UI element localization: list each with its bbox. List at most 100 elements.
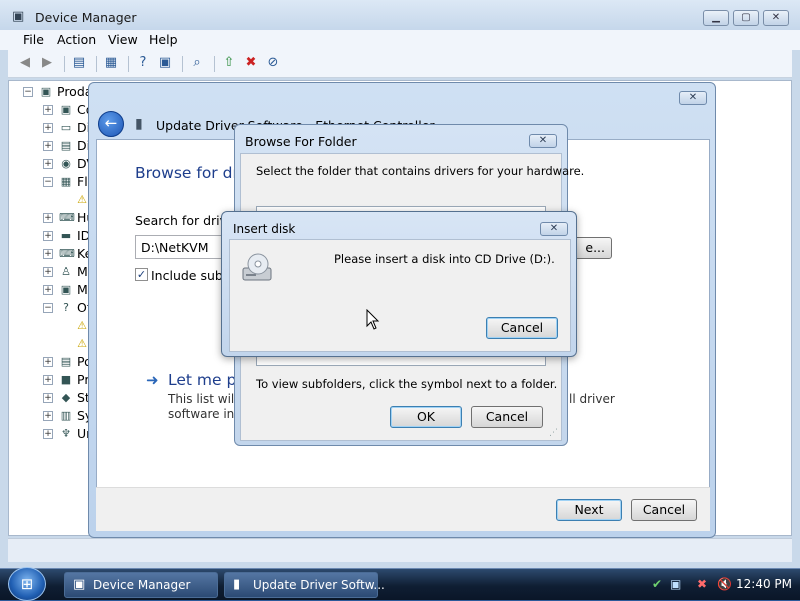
menu-action[interactable]: Action — [57, 32, 96, 47]
menu-view[interactable]: View — [108, 32, 138, 47]
ok-button[interactable]: OK — [390, 406, 462, 428]
tree-expander[interactable]: + — [43, 213, 53, 223]
disable-device-icon[interactable]: ⊘ — [264, 54, 282, 72]
tree-expander[interactable]: + — [43, 267, 53, 277]
tree-expander[interactable]: + — [43, 429, 53, 439]
maximize-button[interactable]: ▢ — [733, 10, 759, 26]
tray-volume-icon[interactable]: 🔇 — [717, 577, 732, 591]
tree-expander[interactable]: + — [43, 375, 53, 385]
insert-disk-dialog: Insert disk ✕ Please insert a disk into … — [221, 211, 577, 357]
tray-network-icon[interactable]: ▣ — [670, 577, 681, 591]
tree-expander[interactable]: + — [43, 231, 53, 241]
tree-expander[interactable]: − — [43, 303, 53, 313]
hid-icon: ⌨ — [59, 211, 75, 224]
update-driver-icon[interactable]: ⇧ — [220, 54, 238, 72]
tree-expander[interactable]: + — [43, 249, 53, 259]
tree-expander[interactable]: − — [43, 177, 53, 187]
insert-disk-cancel-button[interactable]: Cancel — [486, 317, 558, 339]
back-arrow-icon[interactable]: ← — [98, 111, 124, 137]
floppy-controller-icon: ▦ — [60, 175, 72, 188]
system-devices-icon: ▥ — [60, 409, 72, 422]
device-manager-titlebar[interactable]: ▣ Device Manager ▁ ▢ ✕ — [0, 0, 800, 32]
insert-disk-close-button[interactable]: ✕ — [540, 222, 568, 236]
tree-expander[interactable]: + — [43, 159, 53, 169]
update-driver-cancel-button[interactable]: Cancel — [631, 499, 697, 521]
tree-expander[interactable]: + — [43, 141, 53, 151]
toolbar-separator — [64, 56, 65, 72]
insert-disk-message: Please insert a disk into CD Drive (D:). — [334, 252, 555, 266]
toolbar-separator — [182, 56, 183, 72]
insert-disk-title: Insert disk — [233, 222, 296, 236]
warning-device-icon: ⚠ — [77, 337, 87, 350]
device-manager-app-icon: ▣ — [73, 577, 86, 592]
menu-bar: File Action View Help — [0, 30, 800, 50]
insert-disk-content: Please insert a disk into CD Drive (D:).… — [229, 239, 571, 352]
tree-expander[interactable]: + — [43, 393, 53, 403]
show-hide-console-tree-icon[interactable]: ▤ — [70, 54, 88, 72]
processor-icon: ■ — [60, 373, 72, 386]
let-me-pick-description-2: software in t — [168, 407, 243, 421]
tree-item-label[interactable]: M — [77, 264, 88, 279]
update-driver-close-button[interactable]: ✕ — [679, 91, 707, 105]
browse-folder-hint: To view subfolders, click the symbol nex… — [256, 377, 558, 391]
forward-arrow-icon[interactable]: ▶ — [38, 54, 56, 72]
help-icon[interactable]: ? — [134, 54, 152, 72]
usb-controller-icon: ♆ — [61, 427, 71, 440]
browse-folder-close-button[interactable]: ✕ — [529, 134, 557, 148]
close-button[interactable]: ✕ — [763, 10, 789, 26]
tree-expander[interactable]: − — [23, 87, 33, 97]
taskbar-item-update-driver[interactable]: ▮ Update Driver Softw... — [224, 572, 385, 598]
menu-help[interactable]: Help — [149, 32, 178, 47]
browse-folder-title: Browse For Folder — [245, 134, 357, 149]
computer-icon: ▣ — [60, 103, 72, 116]
minimize-button[interactable]: ▁ — [703, 10, 729, 26]
menu-file[interactable]: File — [23, 32, 44, 47]
resize-grip-icon[interactable]: ⋰ — [549, 428, 558, 438]
driver-path-value: D:\NetKVM — [141, 240, 209, 255]
let-me-pick-arrow-icon[interactable]: ➜ — [146, 371, 159, 389]
let-me-pick-description-1-end: ll driver — [569, 392, 615, 406]
status-bar — [8, 538, 792, 562]
display-adapter-icon: ▤ — [60, 139, 72, 152]
clock[interactable]: 12:40 PM — [736, 577, 792, 591]
ports-icon: ▤ — [60, 355, 72, 368]
tree-expander[interactable]: + — [43, 357, 53, 367]
tree-item-label[interactable]: Fl — [77, 174, 88, 189]
keyboard-icon: ⌨ — [59, 247, 75, 260]
tree-expander[interactable]: + — [43, 285, 53, 295]
browse-folder-instruction: Select the folder that contains drivers … — [256, 164, 585, 178]
ide-controller-icon: ▬ — [60, 229, 72, 242]
windows-logo-icon: ⊞ — [20, 575, 34, 593]
uninstall-icon[interactable]: ✖ — [242, 54, 260, 72]
window-title: Device Manager — [35, 10, 137, 25]
tree-item-label[interactable]: M — [77, 282, 88, 297]
show-hide-action-pane-icon[interactable]: ▣ — [156, 54, 174, 72]
tray-security-icon[interactable]: ✔ — [652, 577, 662, 591]
taskbar-item-label: Update Driver Softw... — [253, 578, 385, 592]
toolbar: ◀ ▶ ▤ ▦ ? ▣ ⌕ ⇧ ✖ ⊘ — [8, 50, 792, 78]
toolbar-separator — [96, 56, 97, 72]
taskbar-item-device-manager[interactable]: ▣ Device Manager — [64, 572, 218, 598]
dvd-drive-icon: ◉ — [61, 157, 71, 170]
driver-device-icon: ▮ — [135, 116, 143, 132]
taskbar: ⊞ ▣ Device Manager ▮ Update Driver Softw… — [0, 567, 800, 601]
taskbar-item-label: Device Manager — [93, 578, 191, 592]
tree-expander[interactable]: + — [43, 123, 53, 133]
mouse-cursor-icon — [366, 308, 380, 331]
back-arrow-icon[interactable]: ◀ — [16, 54, 34, 72]
page-heading: Browse for dri — [135, 164, 244, 182]
tree-expander[interactable]: + — [43, 411, 53, 421]
driver-device-icon: ▮ — [233, 577, 241, 592]
let-me-pick-link[interactable]: Let me pi — [168, 371, 241, 389]
tree-expander[interactable]: + — [43, 105, 53, 115]
warning-device-icon: ⚠ — [77, 193, 87, 206]
properties-icon[interactable]: ▦ — [102, 54, 120, 72]
include-subfolders-checkbox[interactable]: ✓ — [135, 268, 148, 281]
mouse-icon: ♙ — [61, 265, 71, 278]
toolbar-separator — [214, 56, 215, 72]
start-button[interactable]: ⊞ — [8, 567, 46, 601]
browse-folder-cancel-button[interactable]: Cancel — [471, 406, 543, 428]
next-button[interactable]: Next — [556, 499, 622, 521]
tray-network-error-icon[interactable]: ✖ — [697, 577, 707, 591]
scan-hardware-icon[interactable]: ⌕ — [188, 54, 206, 72]
